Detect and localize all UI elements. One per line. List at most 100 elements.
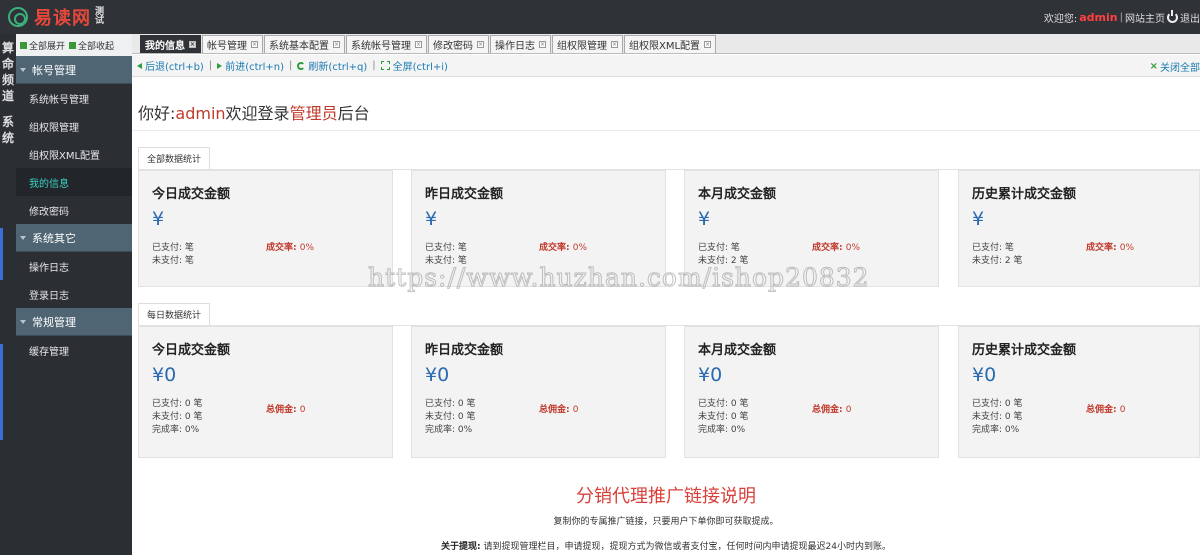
sidebar-item-operation-log[interactable]: 操作日志 (16, 252, 132, 280)
fullscreen-button[interactable]: 全屏(ctrl+i) (380, 58, 448, 73)
withdrawal-text: 请到提现管理栏目，申请提现，提现方式为微信或者支付宝，任何时间内申请提现最迟24… (483, 542, 891, 552)
daily-card-today: 今日成交金额 ¥0 已支付: 0 笔 未支付: 0 笔 完成率: 0% 总佣金:… (138, 326, 393, 458)
close-all-button[interactable]: × 关闭全部 (1150, 55, 1200, 77)
tab-system-config[interactable]: 系统基本配置 × (264, 35, 345, 53)
card-amount: ¥ (425, 208, 438, 230)
toolbar-divider: | (372, 60, 376, 71)
tab-account[interactable]: 帐号管理 × (202, 35, 263, 53)
card-paid: 已支付: 笔 (152, 243, 194, 253)
card-amount: ¥ (972, 208, 985, 230)
sidebar-item-system-accounts[interactable]: 系统帐号管理 (16, 84, 132, 112)
daily-card-month: 本月成交金额 ¥0 已支付: 0 笔 未支付: 0 笔 完成率: 0% 总佣金:… (684, 326, 939, 458)
tab-operation-log[interactable]: 操作日志 × (490, 35, 551, 53)
card-title: 昨日成交金额 (425, 187, 504, 202)
rate-label: 成交率: (539, 243, 570, 253)
sidebar-item-group-permissions[interactable]: 组权限管理 (16, 112, 132, 140)
card-paid: 已支付: 0 笔 (425, 399, 476, 409)
card-unpaid: 未支付: 笔 (425, 256, 467, 266)
sidebar: 全部展开 全部收起 帐号管理 系统帐号管理 组权限管理 组权限XML配置 我的信… (16, 34, 132, 555)
card-commission: 总佣金: 0 (812, 402, 851, 415)
exit-button[interactable]: 退出 (1167, 9, 1200, 25)
sidebar-group-general[interactable]: 常规管理 (16, 308, 132, 336)
close-icon[interactable]: × (189, 41, 196, 48)
collapse-all-button[interactable]: 全部收起 (69, 39, 114, 52)
welcome-username: admin (175, 104, 226, 123)
toolbar-divider: | (208, 60, 213, 71)
card-completion: 完成率: 0% (152, 425, 200, 435)
card-unpaid: 未支付: 0 笔 (425, 412, 476, 422)
sidebar-item-login-log[interactable]: 登录日志 (16, 280, 132, 308)
channel-system[interactable]: 系统 (0, 114, 16, 146)
sidebar-item-cache[interactable]: 缓存管理 (16, 336, 132, 364)
chevron-down-icon (20, 67, 26, 72)
exit-label: 退出 (1180, 13, 1200, 25)
channel-fortune[interactable]: 算命频道 (0, 40, 16, 104)
all-stats-tab[interactable]: 全部数据统计 (138, 147, 211, 169)
site-home-link[interactable]: 网站主页 (1125, 10, 1165, 25)
card-title: 本月成交金额 (698, 343, 777, 358)
card-title: 历史累计成交金额 (972, 343, 1077, 358)
chevron-down-icon (20, 235, 26, 240)
sidebar-group-system-other[interactable]: 系统其它 (16, 224, 132, 252)
logo-subtext: 测 试 (95, 7, 105, 26)
card-completion: 完成率: 0% (698, 425, 746, 435)
rate-label: 成交率: (812, 243, 843, 253)
card-unpaid: 未支付: 0 笔 (152, 412, 203, 422)
close-icon[interactable]: × (611, 41, 618, 48)
refresh-label: 刷新(ctrl+q) (308, 62, 368, 73)
tab-permission-xml[interactable]: 组权限XML配置 × (624, 35, 717, 53)
tab-system-accounts[interactable]: 系统帐号管理 × (346, 35, 427, 53)
card-paid: 已支付: 0 笔 (152, 399, 203, 409)
card-completion: 完成率: 0% (425, 425, 473, 435)
card-commission: 总佣金: 0 (539, 402, 578, 415)
welcome-prefix: 欢迎您: (1043, 13, 1078, 25)
tab-group-permissions[interactable]: 组权限管理 × (552, 35, 623, 53)
commission-label: 总佣金: (266, 405, 297, 415)
close-icon[interactable]: × (539, 41, 546, 48)
arrow-right-icon (217, 62, 223, 69)
refresh-button[interactable]: 刷新(ctrl+q) (297, 58, 367, 73)
expand-all-button[interactable]: 全部展开 (20, 39, 65, 52)
card-rate: 成交率: 0% (1086, 240, 1134, 253)
close-icon[interactable]: × (704, 41, 712, 48)
distribution-desc: 复制你的专属推广链接，只要用户下单你即可获取提成。 (553, 517, 779, 527)
card-rate: 成交率: 0% (266, 240, 314, 253)
card-title: 今日成交金额 (152, 343, 231, 358)
sidebar-item-permission-xml[interactable]: 组权限XML配置 (16, 140, 132, 168)
card-amount: ¥0 (152, 364, 177, 386)
distribution-title: 分销代理推广链接说明 (576, 486, 756, 507)
back-button[interactable]: 后退(ctrl+b) (137, 58, 204, 73)
close-icon[interactable]: × (477, 41, 484, 48)
card-rate: 成交率: 0% (539, 240, 587, 253)
close-icon[interactable]: × (333, 41, 340, 48)
sidebar-group-account[interactable]: 帐号管理 (16, 56, 132, 84)
sidebar-item-change-password[interactable]: 修改密码 (16, 196, 132, 224)
welcome-prefix: 你好: (138, 104, 176, 123)
tab-change-password[interactable]: 修改密码 × (428, 35, 489, 53)
logo[interactable]: 易读网 测 试 (0, 0, 105, 34)
forward-label: 前进(ctrl+n) (225, 62, 285, 73)
stat-card-month: 本月成交金额 ¥ 已支付: 笔 未支付: 2 笔 成交率: 0% (684, 170, 939, 287)
tab-label: 组权限管理 (557, 41, 607, 52)
tab-label: 修改密码 (433, 41, 473, 52)
withdrawal-note: 关于提现: 请到提现管理栏目，申请提现，提现方式为微信或者支付宝，任何时间内申请… (132, 539, 1200, 552)
daily-stats-tab[interactable]: 每日数据统计 (138, 303, 211, 325)
welcome-suffix: 后台 (337, 104, 370, 123)
rate-label: 成交率: (1086, 243, 1117, 253)
tab-my-info[interactable]: 我的信息 × (140, 35, 201, 53)
card-amount: ¥ (698, 208, 711, 230)
sidebar-item-my-info[interactable]: 我的信息 (16, 168, 132, 196)
close-icon[interactable]: × (251, 41, 258, 48)
sidebar-tools: 全部展开 全部收起 (16, 34, 132, 56)
back-label: 后退(ctrl+b) (145, 62, 204, 73)
forward-button[interactable]: 前进(ctrl+n) (217, 58, 284, 73)
card-paid: 已支付: 笔 (698, 243, 740, 253)
card-completion: 完成率: 0% (972, 425, 1020, 435)
card-paid: 已支付: 0 笔 (698, 399, 749, 409)
toolbar-divider: | (289, 60, 293, 71)
sidebar-group-label: 常规管理 (32, 315, 76, 329)
commission-label: 总佣金: (1086, 405, 1117, 415)
close-icon[interactable]: × (415, 41, 422, 48)
refresh-icon (297, 61, 306, 70)
divider (132, 130, 1200, 131)
